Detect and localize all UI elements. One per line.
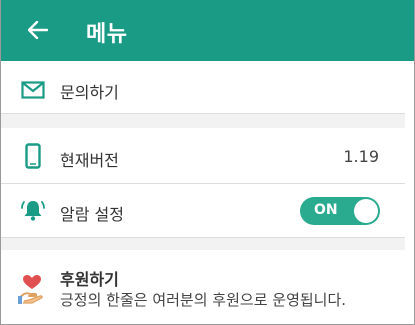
toggle-state-label: ON <box>314 202 338 218</box>
bell-icon <box>20 197 46 223</box>
donate-row[interactable]: 후원하기 긍정의 한줄은 여러분의 후원으로 운영됩니다. <box>0 252 415 320</box>
section-gap <box>0 114 405 128</box>
version-row: 현재버전 1.19 <box>0 130 415 182</box>
divider <box>0 113 405 114</box>
inquiry-row[interactable]: 문의하기 <box>0 66 415 112</box>
mail-icon <box>20 77 46 103</box>
version-label: 현재버전 <box>60 151 119 170</box>
app-bar: 메뉴 <box>0 0 415 61</box>
alarm-toggle[interactable]: ON <box>300 197 380 225</box>
phone-icon <box>20 143 46 169</box>
version-value: 1.19 <box>343 147 379 166</box>
back-button[interactable] <box>26 18 50 42</box>
donate-title: 후원하기 <box>60 270 119 289</box>
section-gap <box>0 238 405 250</box>
donate-description: 긍정의 한줄은 여러분의 후원으로 운영됩니다. <box>60 291 347 309</box>
inquiry-label: 문의하기 <box>60 83 119 102</box>
alarm-row: 알람 설정 ON <box>0 184 415 236</box>
page-title: 메뉴 <box>86 22 128 47</box>
toggle-knob <box>354 199 378 223</box>
alarm-label: 알람 설정 <box>60 205 124 224</box>
arrow-left-icon <box>28 21 48 39</box>
heart-hand-icon <box>18 274 46 304</box>
